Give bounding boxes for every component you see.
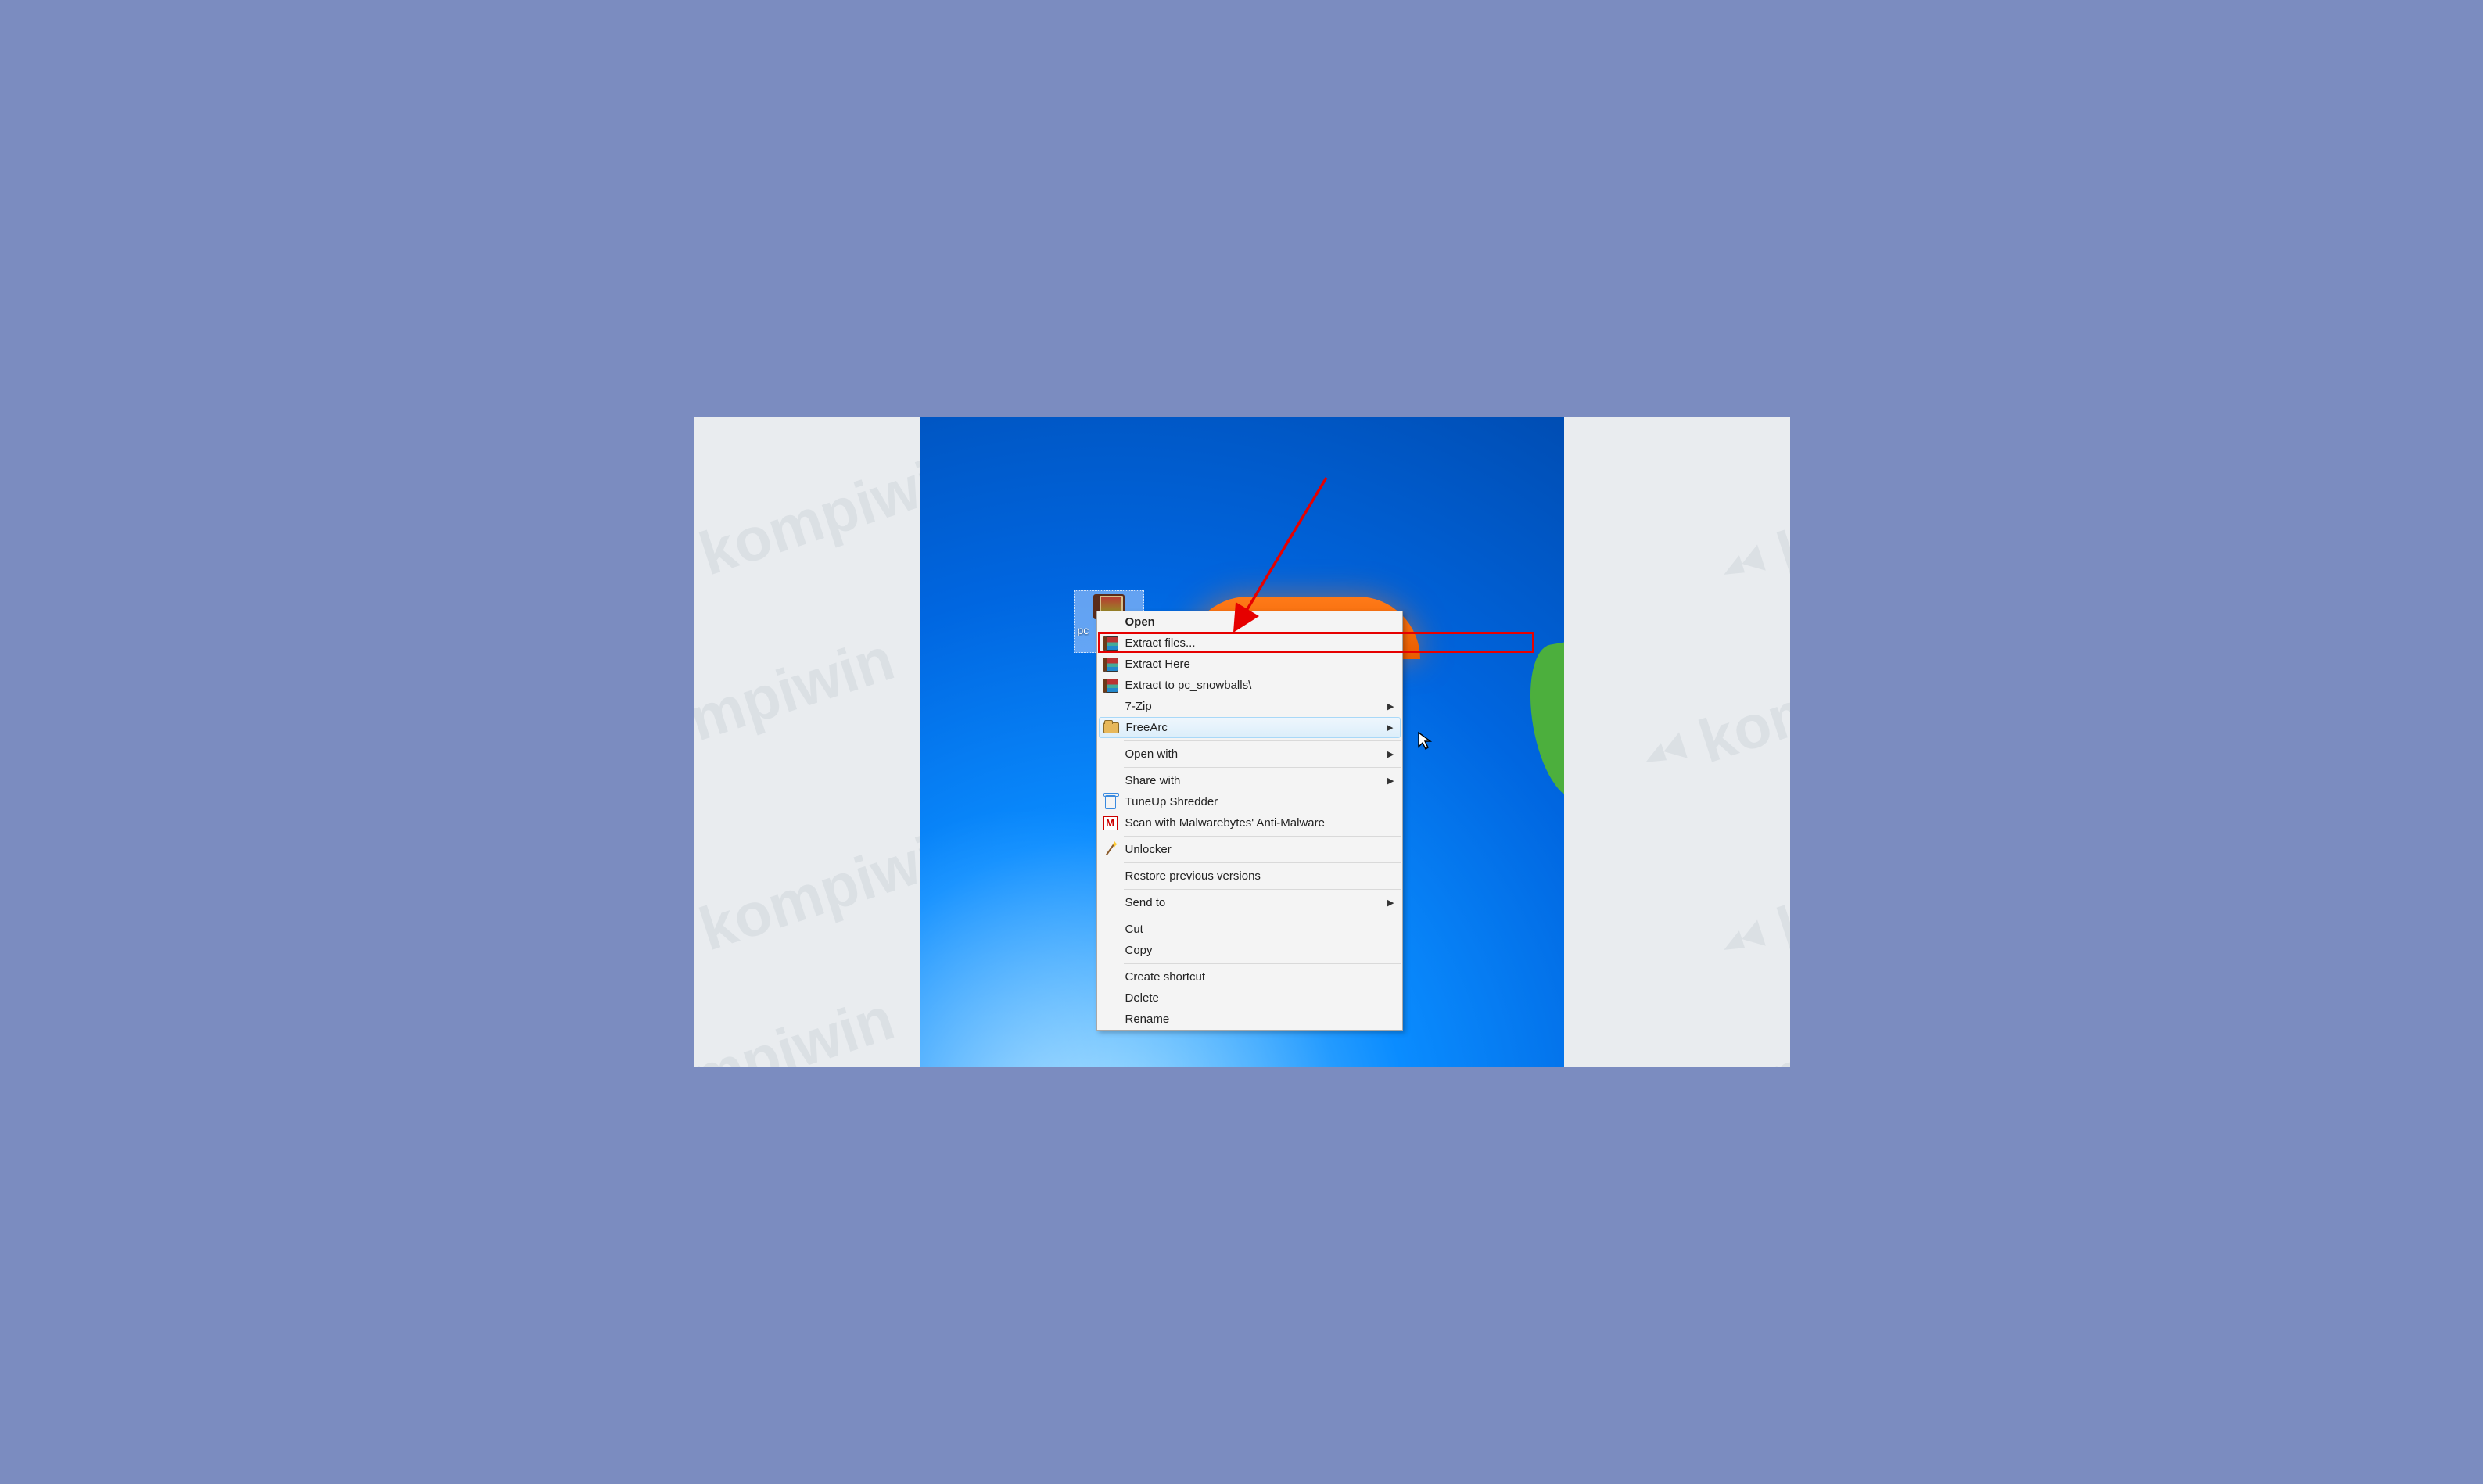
menu-item-label: Extract files...	[1125, 636, 1196, 650]
rar-icon	[1102, 636, 1119, 651]
menu-item-scan-with-malwarebytes-anti-malware[interactable]: M Scan with Malwarebytes' Anti-Malware	[1097, 812, 1402, 833]
menu-item-extract-files[interactable]: Extract files...	[1097, 633, 1402, 654]
wand-icon	[1102, 842, 1119, 858]
menu-item-label: Delete	[1125, 991, 1159, 1005]
menu-item-label: Restore previous versions	[1125, 869, 1261, 883]
menu-item-7-zip[interactable]: 7-Zip ▶	[1097, 696, 1402, 717]
menu-item-extract-here[interactable]: Extract Here	[1097, 654, 1402, 675]
menu-item-label: Extract Here	[1125, 658, 1190, 671]
context-menu: Open Extract files... Extract Here Extract …	[1096, 611, 1403, 1031]
menu-separator	[1124, 836, 1401, 837]
menu-item-label: Copy	[1125, 944, 1153, 957]
menu-item-create-shortcut[interactable]: Create shortcut	[1097, 966, 1402, 988]
menu-item-send-to[interactable]: Send to ▶	[1097, 892, 1402, 913]
shredder-icon	[1102, 794, 1119, 810]
menu-item-restore-previous-versions[interactable]: Restore previous versions	[1097, 866, 1402, 887]
submenu-arrow-icon: ▶	[1387, 776, 1394, 786]
menu-separator	[1124, 767, 1401, 768]
menu-item-open[interactable]: Open	[1097, 611, 1402, 633]
menu-item-extract-to-pc-snowballs[interactable]: Extract to pc_snowballs\	[1097, 675, 1402, 696]
folder-icon	[1103, 720, 1120, 736]
menu-separator	[1124, 963, 1401, 964]
menu-item-tuneup-shredder[interactable]: TuneUp Shredder	[1097, 791, 1402, 812]
submenu-arrow-icon: ▶	[1387, 898, 1394, 908]
page-frame: kompiwin kompiwin kompiwin kompiwin komp…	[691, 414, 1793, 1070]
menu-item-label: Create shortcut	[1125, 970, 1206, 984]
menu-item-open-with[interactable]: Open with ▶	[1097, 744, 1402, 765]
menu-item-copy[interactable]: Copy	[1097, 940, 1402, 961]
malwarebytes-icon: M	[1102, 815, 1119, 831]
menu-item-share-with[interactable]: Share with ▶	[1097, 770, 1402, 791]
watermark: kompiwin	[1628, 983, 1793, 1070]
menu-item-label: TuneUp Shredder	[1125, 795, 1218, 808]
menu-item-label: Open	[1125, 615, 1155, 629]
menu-separator	[1124, 740, 1401, 741]
menu-item-label: Share with	[1125, 774, 1181, 787]
menu-separator	[1124, 862, 1401, 863]
menu-item-label: Unlocker	[1125, 843, 1172, 856]
watermark: kompiwin	[691, 983, 902, 1070]
menu-item-label: Open with	[1125, 747, 1179, 761]
rar-icon	[1102, 678, 1119, 694]
submenu-arrow-icon: ▶	[1387, 722, 1393, 733]
menu-item-delete[interactable]: Delete	[1097, 988, 1402, 1009]
submenu-arrow-icon: ▶	[1387, 749, 1394, 759]
menu-item-label: Cut	[1125, 923, 1143, 936]
watermark: kompiwin	[1706, 811, 1793, 986]
mouse-cursor-icon	[1417, 731, 1434, 751]
menu-item-label: Scan with Malwarebytes' Anti-Malware	[1125, 816, 1325, 830]
menu-item-label: Send to	[1125, 896, 1166, 909]
menu-item-label: Rename	[1125, 1013, 1170, 1026]
rar-icon	[1102, 657, 1119, 672]
wallpaper-leaf	[1520, 640, 1564, 805]
menu-item-rename[interactable]: Rename	[1097, 1009, 1402, 1030]
menu-item-label: FreeArc	[1126, 721, 1168, 734]
menu-item-cut[interactable]: Cut	[1097, 919, 1402, 940]
menu-item-label: 7-Zip	[1125, 700, 1152, 713]
watermark: kompiwin	[691, 623, 902, 798]
menu-separator	[1124, 889, 1401, 890]
menu-item-freearc[interactable]: FreeArc ▶	[1099, 717, 1401, 738]
submenu-arrow-icon: ▶	[1387, 701, 1394, 712]
watermark: kompiwin	[1628, 623, 1793, 798]
desktop-area[interactable]: ✦ pc OpenExtract files...Extract HereExt…	[920, 417, 1564, 1067]
watermark: kompiwin	[1706, 436, 1793, 611]
menu-item-unlocker[interactable]: Unlocker	[1097, 839, 1402, 860]
menu-item-label: Extract to pc_snowballs\	[1125, 679, 1252, 692]
